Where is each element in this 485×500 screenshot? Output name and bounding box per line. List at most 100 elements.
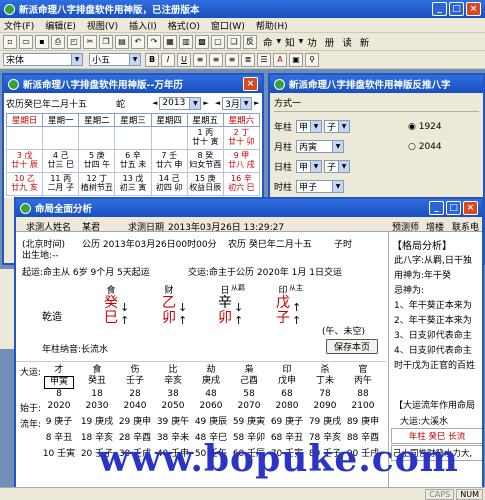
calendar-day-cell[interactable]: 3 戊廿十 辰 [5, 149, 44, 173]
calendar-day-cell[interactable]: 10 乙廿九 亥 [5, 172, 44, 196]
prev-year-button[interactable]: ◄ [152, 99, 157, 107]
full-maximize-button[interactable]: □ [446, 201, 461, 215]
format-toolbar: 宋体 ▼ 小五 ▼ B I U ≡ ≡ ≡ ≣ ☰ A ▣ ⚲ [0, 51, 485, 69]
calendar-day-cell[interactable]: 13 戊初三 寅 [114, 172, 152, 196]
weekday-thu: 星期四 [150, 113, 188, 127]
name-label: 求测人姓名 [26, 223, 72, 233]
arrows-month: ↓ ↑ [178, 301, 188, 327]
grid-icon[interactable]: ▥ [179, 34, 193, 49]
align-center-icon[interactable]: ≡ [209, 52, 223, 67]
italic-icon[interactable]: I [161, 52, 175, 67]
calendar-day-sub: 廿三 巳 [47, 160, 74, 169]
insert-image-icon[interactable]: ▣ [289, 52, 303, 67]
print-icon[interactable]: ⎙ [51, 34, 65, 49]
day-zhi-select[interactable]: 子 ▼ [324, 160, 350, 173]
font-name-select[interactable]: 宋体 ▼ [3, 53, 83, 66]
menu-format[interactable]: 格式(O) [168, 19, 200, 32]
doc-icon[interactable]: ▢ [211, 34, 225, 49]
calendar-day-cell[interactable]: 14 己初四 卯 [150, 172, 188, 196]
hour-gan: 戊 [276, 295, 290, 311]
copy-icon[interactable]: ❐ [99, 34, 113, 49]
underline-icon[interactable]: U [177, 52, 191, 67]
paste-icon[interactable]: ▤ [115, 34, 129, 49]
preview-icon[interactable]: ◰ [67, 34, 81, 49]
calendar-day-cell[interactable]: 1 丙廿十 寅 [186, 126, 224, 150]
toolbar-ce[interactable]: 册 [325, 35, 335, 49]
table-icon[interactable]: ▦ [163, 34, 177, 49]
calendar-day-cell[interactable]: 2 丁廿十 卯 [222, 126, 261, 150]
menu-window[interactable]: 窗口(W) [211, 19, 245, 32]
dayun-shishen: 官 [358, 365, 368, 375]
calendar-day-cell[interactable]: 11 丙二月 子 [42, 172, 80, 196]
bold-icon[interactable]: B [145, 52, 159, 67]
close-button[interactable]: × [466, 2, 481, 16]
calendar-day-number: 7 壬 [161, 151, 177, 160]
open-folder-icon[interactable]: ▭ [19, 34, 33, 49]
reverse-icon[interactable]: 反 [243, 34, 257, 49]
calendar-day-cell[interactable]: 16 辛初六 巳 [222, 172, 261, 196]
tab-zenglou[interactable]: 增楼 [426, 220, 444, 233]
full-close-button[interactable]: × [463, 201, 478, 215]
find-icon[interactable]: ⚲ [305, 52, 319, 67]
toolbar-du[interactable]: 读 [342, 35, 352, 49]
menu-view[interactable]: 视图(V) [87, 19, 118, 32]
cut-icon[interactable]: ✂ [83, 34, 97, 49]
year-radio-2044[interactable]: ○ 2044 [408, 142, 442, 152]
menu-file[interactable]: 文件(F) [4, 19, 34, 32]
lunar-date-label: 农历癸巳年二月十五 [6, 99, 88, 110]
calendar-day-cell[interactable]: 8 癸妇女节酉 [186, 149, 224, 173]
month-select-pillar[interactable]: 丙寅 ▼ [296, 140, 344, 153]
prev-month-button[interactable]: ◄ [215, 99, 220, 107]
calendar-day-cell[interactable]: 12 丁植树节丑 [78, 172, 116, 196]
justify-icon[interactable]: ≣ [241, 52, 255, 67]
app-icon [274, 78, 285, 90]
day-zhi: 卯 [218, 310, 232, 326]
calendar-day-cell[interactable]: 5 庚廿四 午 [78, 149, 116, 173]
month-select[interactable]: 3月 ▼ [222, 96, 253, 110]
save-icon[interactable]: ▪ [35, 34, 49, 49]
calendar-close-button[interactable]: × [243, 77, 258, 91]
new-file-icon[interactable]: ▫ [3, 34, 17, 49]
redo-icon[interactable]: ↷ [147, 34, 161, 49]
calendar-day-sub: 廿九 亥 [11, 183, 38, 192]
hour-select-pillar[interactable]: 甲子 ▼ [296, 180, 344, 193]
menu-insert[interactable]: 插入(I) [129, 19, 157, 32]
font-color-icon[interactable]: A [273, 52, 287, 67]
calendar-day-sub: 廿四 午 [83, 160, 111, 169]
tab-predictor[interactable]: 预测师 [392, 220, 419, 233]
calendar-day-cell[interactable]: 9 甲廿八 戌 [222, 149, 261, 173]
copy2-icon[interactable]: ❏ [227, 34, 241, 49]
toolbar-xin[interactable]: 新 [360, 35, 370, 49]
calendar-day-cell[interactable]: 7 壬廿六 申 [150, 149, 188, 173]
full-minimize-button[interactable]: _ [429, 201, 444, 215]
dayun-ganzhi: 丙午 [353, 376, 372, 386]
menu-edit[interactable]: 编辑(E) [45, 19, 76, 32]
toolbar-ming[interactable]: 命 [263, 35, 273, 49]
align-left-icon[interactable]: ≡ [193, 52, 207, 67]
bullets-icon[interactable]: ☰ [257, 52, 271, 67]
dayun-age: 58 [243, 389, 255, 399]
year-gan-select[interactable]: 甲 ▼ [296, 120, 322, 133]
minimize-button[interactable]: _ [432, 2, 447, 16]
undo-icon[interactable]: ↶ [131, 34, 145, 49]
next-year-button[interactable]: ► [203, 99, 208, 107]
year-select[interactable]: 2013 ▼ [159, 96, 202, 110]
maximize-button[interactable]: □ [449, 2, 464, 16]
calendar-day-cell[interactable]: 4 己廿三 巳 [42, 149, 80, 173]
day-subtitle: 从羁 [231, 284, 245, 292]
calendar-day-cell[interactable]: 15 庚权益日辰 [186, 172, 224, 196]
save-page-button[interactable]: 保存本页 [326, 339, 378, 354]
toolbar-zhi[interactable]: 知 [285, 35, 295, 49]
dayun-liu-text: 大运:大溪水 [400, 417, 449, 427]
day-gan-select[interactable]: 甲 ▼ [296, 160, 322, 173]
year-radio-1924[interactable]: ◉ 1924 [408, 122, 442, 132]
align-right-icon[interactable]: ≡ [225, 52, 239, 67]
tab-contact[interactable]: 联系电 [452, 220, 479, 233]
calendar-day-cell[interactable]: 6 辛廿五 未 [114, 149, 152, 173]
font-size-select[interactable]: 小五 ▼ [89, 53, 141, 66]
next-month-button[interactable]: ► [254, 99, 259, 107]
menu-help[interactable]: 帮助(H) [256, 19, 288, 32]
year-zhi-select[interactable]: 子 ▼ [324, 120, 350, 133]
chart-icon[interactable]: ▩ [195, 34, 209, 49]
toolbar-gong[interactable]: 功 [307, 35, 317, 49]
